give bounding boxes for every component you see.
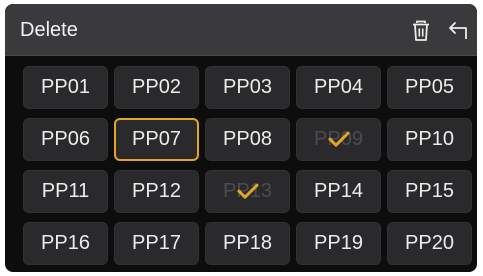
header-bar: Delete — [5, 4, 477, 56]
preset-label: PP12 — [132, 180, 181, 202]
checkmark-icon — [328, 131, 349, 147]
page-title: Delete — [20, 19, 78, 41]
preset-label: PP07 — [132, 128, 181, 150]
preset-button[interactable]: PP12 — [114, 170, 199, 213]
preset-label: PP02 — [132, 76, 181, 98]
preset-label: PP06 — [41, 128, 90, 150]
preset-button[interactable]: PP18 — [205, 222, 290, 265]
preset-label: PP16 — [41, 232, 90, 254]
preset-label: PP08 — [223, 128, 272, 150]
preset-button[interactable]: PP19 — [296, 222, 381, 265]
preset-label: PP20 — [405, 232, 454, 254]
delete-screen: Delete PP01 PP02 PP03 PP04 PP05 PP06 PP07 PP08 P… — [5, 4, 477, 272]
preset-button[interactable]: PP09 — [296, 118, 381, 161]
preset-button[interactable]: PP11 — [23, 170, 108, 213]
preset-label: PP15 — [405, 180, 454, 202]
preset-button[interactable]: PP20 — [387, 222, 472, 265]
preset-label: PP19 — [314, 232, 363, 254]
preset-button[interactable]: PP06 — [23, 118, 108, 161]
preset-button[interactable]: PP16 — [23, 222, 108, 265]
trash-icon[interactable] — [407, 17, 435, 45]
preset-button[interactable]: PP03 — [205, 66, 290, 109]
preset-label: PP17 — [132, 232, 181, 254]
preset-button[interactable]: PP08 — [205, 118, 290, 161]
preset-button[interactable]: PP02 — [114, 66, 199, 109]
back-arrow-icon[interactable] — [445, 17, 473, 45]
preset-label: PP03 — [223, 76, 272, 98]
preset-label: PP01 — [41, 76, 90, 98]
preset-button[interactable]: PP04 — [296, 66, 381, 109]
preset-label: PP04 — [314, 76, 363, 98]
checkmark-icon — [237, 183, 258, 199]
preset-button[interactable]: PP05 — [387, 66, 472, 109]
preset-label: PP10 — [405, 128, 454, 150]
preset-button[interactable]: PP07 — [114, 118, 199, 161]
preset-label: PP11 — [41, 180, 90, 202]
preset-button[interactable]: PP13 — [205, 170, 290, 213]
preset-button[interactable]: PP10 — [387, 118, 472, 161]
preset-label: PP05 — [405, 76, 454, 98]
preset-button[interactable]: PP01 — [23, 66, 108, 109]
preset-label: PP18 — [223, 232, 272, 254]
preset-button[interactable]: PP14 — [296, 170, 381, 213]
preset-button[interactable]: PP15 — [387, 170, 472, 213]
preset-label: PP14 — [314, 180, 363, 202]
preset-button[interactable]: PP17 — [114, 222, 199, 265]
